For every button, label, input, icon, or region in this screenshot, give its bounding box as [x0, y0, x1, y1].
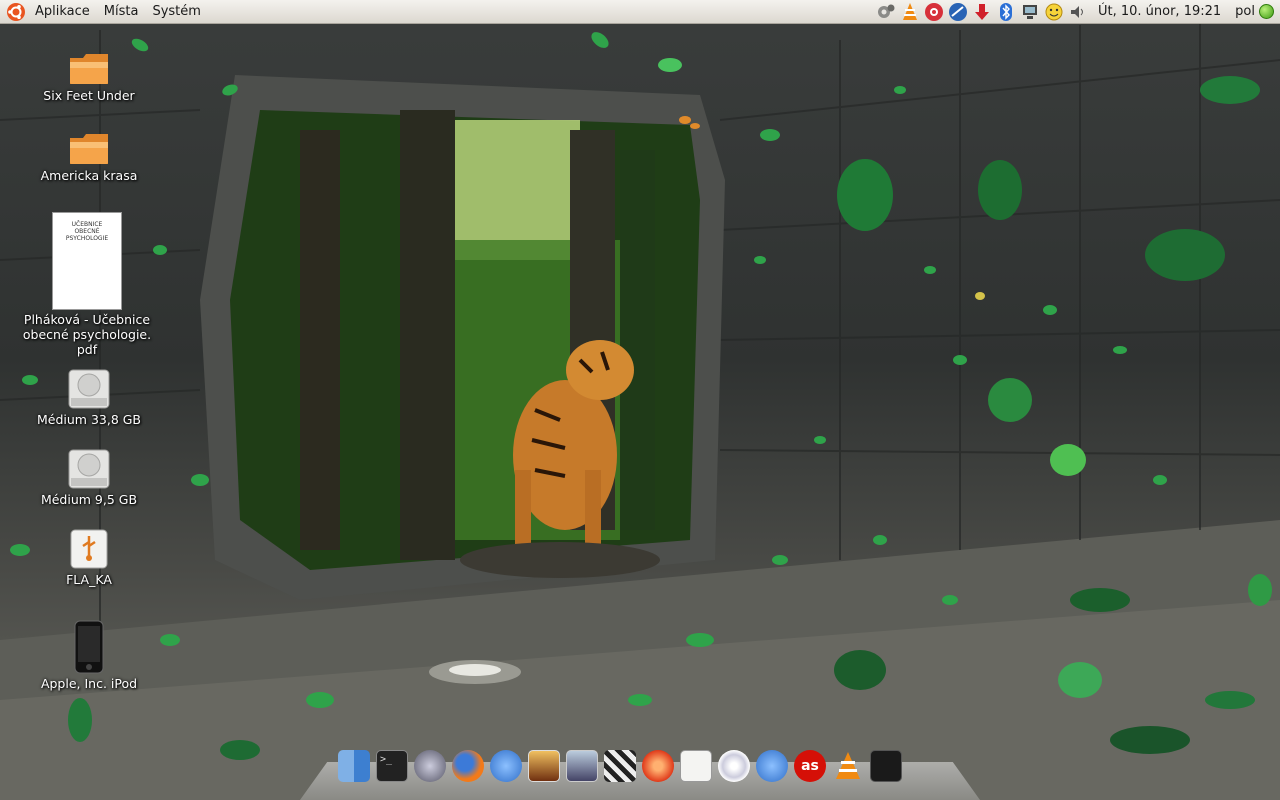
menu-system[interactable]: Systém — [145, 0, 207, 24]
menu-places[interactable]: Místa — [97, 0, 146, 24]
hard-drive-icon — [68, 449, 110, 489]
lastfm-icon[interactable]: as — [794, 750, 826, 782]
system-monitor-icon[interactable] — [870, 750, 902, 782]
desktop-icon-six-feet-under[interactable]: Six Feet Under — [19, 48, 159, 103]
desktop-icon-label: Americka krasa — [40, 168, 138, 183]
notification-area: Út, 10. únor, 19:21 pol — [874, 0, 1280, 24]
vlc-icon[interactable] — [832, 750, 864, 782]
lifebuoy-icon[interactable] — [923, 1, 945, 23]
desktop-wallpaper — [0, 0, 1280, 800]
desktop-icon-label: Apple, Inc. iPod — [40, 676, 138, 691]
record-icon[interactable] — [642, 750, 674, 782]
pidgin-icon[interactable] — [756, 750, 788, 782]
finder-icon[interactable] — [338, 750, 370, 782]
pidgin-icon[interactable] — [490, 750, 522, 782]
photo-preview-icon[interactable] — [566, 750, 598, 782]
update-gear-icon[interactable] — [875, 1, 897, 23]
text-editor-icon[interactable] — [680, 750, 712, 782]
keyboard-layout-indicator[interactable]: pol — [1229, 4, 1259, 19]
desktop-icon-pdf[interactable]: UČEBNICE OBECNÉ PSYCHOLOGIE Plháková - U… — [17, 210, 157, 357]
network-icon[interactable] — [1019, 1, 1041, 23]
desktop-icon-label: FLA_KA — [66, 572, 112, 587]
download-arrow-icon[interactable] — [971, 1, 993, 23]
desktop-icon-fla-ka[interactable]: FLA_KA — [19, 526, 159, 587]
desktop-icon-label: Médium 33,8 GB — [36, 412, 142, 427]
online-status-icon[interactable] — [1259, 4, 1274, 19]
pdf-thumbnail-icon: UČEBNICE OBECNÉ PSYCHOLOGIE — [52, 212, 122, 310]
desktop-icon-ipod[interactable]: Apple, Inc. iPod — [19, 618, 159, 691]
image-viewer-icon[interactable] — [528, 750, 560, 782]
volume-icon[interactable] — [1067, 1, 1089, 23]
firefox-icon[interactable] — [452, 750, 484, 782]
usb-drive-icon — [70, 529, 108, 569]
dock: >_ as — [300, 746, 980, 800]
wallpaper-scene — [0, 20, 1280, 800]
desktop-icon-label: Six Feet Under — [43, 88, 135, 103]
desktop-icon-label: Médium 9,5 GB — [40, 492, 138, 507]
audio-wave-icon[interactable] — [414, 750, 446, 782]
clock[interactable]: Út, 10. únor, 19:21 — [1090, 4, 1229, 19]
vlc-icon[interactable] — [899, 1, 921, 23]
desktop-icon-medium-9[interactable]: Médium 9,5 GB — [19, 446, 159, 507]
desktop-icon-label: Plháková - Učebnice obecné psychologie. … — [22, 312, 152, 357]
smiley-icon[interactable] — [1043, 1, 1065, 23]
terminal-icon[interactable]: >_ — [376, 750, 408, 782]
ipod-icon — [74, 620, 104, 674]
folder-icon — [70, 54, 108, 84]
clapperboard-icon[interactable] — [604, 750, 636, 782]
globe-icon[interactable] — [947, 1, 969, 23]
desktop-icon-medium-33[interactable]: Médium 33,8 GB — [19, 366, 159, 427]
menu-applications[interactable]: Aplikace — [28, 0, 97, 24]
pdf-thumbnail-title: UČEBNICE OBECNÉ PSYCHOLOGIE — [65, 221, 109, 242]
desktop-icon-americka-krasa[interactable]: Americka krasa — [19, 128, 159, 183]
ubuntu-logo-icon[interactable] — [6, 2, 26, 22]
music-cd-icon[interactable] — [718, 750, 750, 782]
top-panel: Aplikace Místa Systém Út, 10. únor, 19:2… — [0, 0, 1280, 24]
bluetooth-icon[interactable] — [995, 1, 1017, 23]
folder-icon — [70, 134, 108, 164]
hard-drive-icon — [68, 369, 110, 409]
